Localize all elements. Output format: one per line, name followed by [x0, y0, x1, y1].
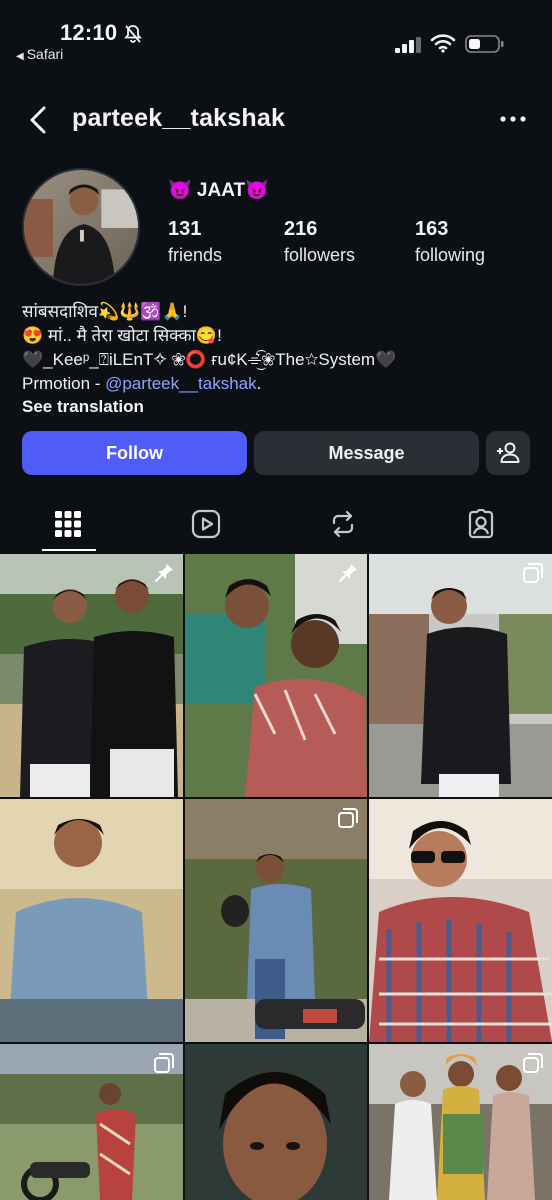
stat-friends[interactable]: 131 friends: [168, 218, 222, 266]
see-translation-link[interactable]: See translation: [22, 397, 144, 417]
grid-icon: [55, 511, 81, 537]
post-thumbnail[interactable]: [369, 799, 552, 1042]
posts-grid: [0, 554, 552, 1200]
promotion-suffix: .: [256, 374, 262, 393]
bio-line: 😍 मां.. मै तेरा खोटा सिक्का😋!: [22, 326, 222, 345]
post-photo: [185, 1044, 367, 1200]
post-photo: [185, 799, 367, 1042]
stat-value: 131: [168, 218, 202, 240]
bio: सांबसदाशिव💫🔱🕉️🙏! 😍 मां.. मै तेरा खोटा सि…: [22, 300, 537, 396]
status-time: 12:10: [60, 20, 118, 45]
stat-following[interactable]: 163 following: [415, 218, 485, 266]
post-thumbnail[interactable]: [185, 1044, 367, 1200]
add-user-icon: [497, 442, 520, 463]
tagged-icon: [468, 509, 494, 539]
display-name: 😈 JAAT😈: [168, 180, 269, 201]
tab-tagged[interactable]: [435, 496, 527, 552]
stat-label: followers: [284, 245, 356, 265]
follow-button[interactable]: Follow: [22, 431, 247, 475]
bell-slash-icon: [124, 25, 142, 43]
reels-icon: [191, 509, 221, 539]
stat-value: 216: [284, 218, 318, 240]
carousel-icon: [523, 563, 543, 583]
post-photo: [0, 799, 183, 1042]
more-horizontal-icon[interactable]: [498, 112, 528, 126]
tab-reels[interactable]: [160, 496, 252, 552]
tab-reposts[interactable]: [297, 496, 389, 552]
stat-label: following: [415, 245, 486, 265]
status-bar: 12:10 ◀ Safari: [0, 0, 552, 68]
pin-icon: [338, 564, 357, 583]
wifi-icon: [430, 34, 456, 53]
avatar[interactable]: [22, 168, 140, 286]
post-thumbnail[interactable]: [185, 554, 367, 797]
post-photo: [0, 554, 183, 797]
carousel-icon: [523, 1053, 543, 1073]
promotion-handle-link[interactable]: @parteek__takshak: [105, 374, 256, 393]
post-photo: [369, 799, 552, 1042]
signal-icon: [395, 37, 421, 53]
bio-line: 🖤_Keeᵖ_⍰iLEnT✧ ❀⭕ ғu¢K⌯͛͜͡❀The☆System🖤: [22, 350, 397, 369]
post-thumbnail[interactable]: [0, 799, 183, 1042]
bio-line: सांबसदाशिव💫🔱🕉️🙏!: [22, 302, 188, 321]
add-user-button[interactable]: [486, 431, 530, 475]
bio-promotion-line: Prmotion - @parteek__takshak.: [22, 372, 537, 396]
repost-icon: [332, 510, 354, 538]
post-thumbnail[interactable]: [0, 554, 183, 797]
post-photo: [185, 554, 367, 797]
tab-grid[interactable]: [22, 496, 114, 552]
battery-icon: [465, 35, 504, 53]
profile-header: parteek__takshak: [0, 90, 552, 150]
post-thumbnail[interactable]: [0, 1044, 183, 1200]
avatar-photo: [24, 170, 138, 284]
promotion-prefix: Prmotion -: [22, 374, 106, 393]
stat-followers[interactable]: 216 followers: [284, 218, 355, 266]
carousel-icon: [338, 808, 358, 828]
profile-tabs: [0, 496, 552, 552]
chevron-left-icon[interactable]: [24, 104, 52, 136]
message-button[interactable]: Message: [254, 431, 479, 475]
carousel-icon: [154, 1053, 174, 1073]
post-thumbnail[interactable]: [369, 554, 552, 797]
back-to-app-link[interactable]: ◀ Safari: [16, 46, 63, 62]
pin-icon: [154, 564, 173, 583]
post-thumbnail[interactable]: [185, 799, 367, 1042]
post-photo: [369, 554, 552, 797]
active-tab-indicator: [42, 549, 96, 551]
stat-label: friends: [168, 245, 223, 265]
header-username: parteek__takshak: [72, 104, 286, 132]
stat-value: 163: [415, 218, 449, 240]
post-thumbnail[interactable]: [369, 1044, 552, 1200]
